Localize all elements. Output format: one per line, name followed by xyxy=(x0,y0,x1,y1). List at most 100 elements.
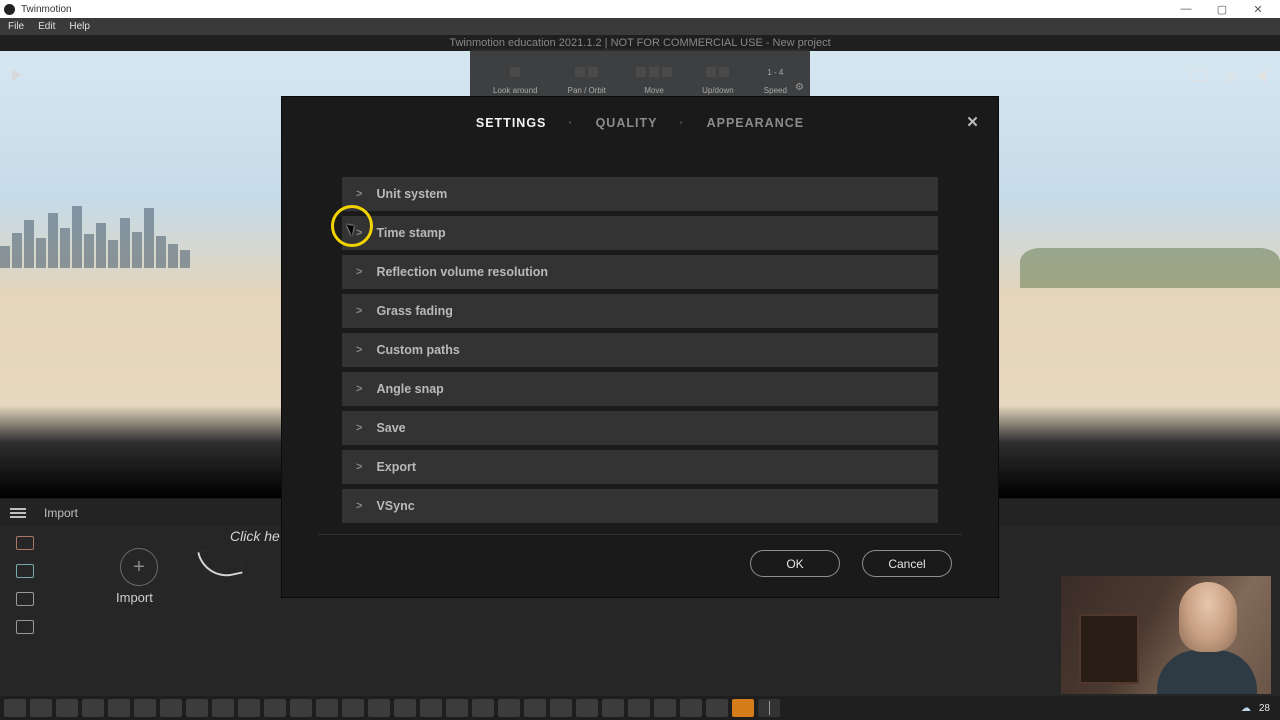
navhelp-lookaround: Look around xyxy=(493,60,537,95)
chevron-right-icon: > xyxy=(356,344,362,356)
setting-row-label: Unit system xyxy=(376,187,447,201)
taskbar-app[interactable] xyxy=(316,699,338,717)
navhelp-panorbit: Pan / Orbit xyxy=(568,60,606,95)
taskbar-app[interactable] xyxy=(706,699,728,717)
taskbar-app[interactable] xyxy=(550,699,572,717)
taskbar-app[interactable] xyxy=(524,699,546,717)
taskbar-app[interactable] xyxy=(160,699,182,717)
click-hint-text: Click he xyxy=(230,528,280,544)
setting-row-vsync[interactable]: >VSync xyxy=(342,489,938,523)
menu-edit[interactable]: Edit xyxy=(38,21,55,32)
chevron-right-icon: > xyxy=(356,188,362,200)
navhelp-updown: Up/down xyxy=(702,60,734,95)
setting-row-unit-system[interactable]: > Unit system xyxy=(342,177,938,211)
weather-icon: ☁ xyxy=(1241,703,1251,714)
start-button[interactable] xyxy=(4,699,26,717)
setting-row-reflection-volume-resolution[interactable]: > Reflection volume resolution xyxy=(342,255,938,289)
setting-row-label: Reflection volume resolution xyxy=(376,265,548,279)
taskbar-app[interactable] xyxy=(186,699,208,717)
taskbar-app[interactable] xyxy=(394,699,416,717)
nav-help-panel: Look around Pan / Orbit Move Up/down 1 -… xyxy=(470,49,810,99)
taskbar-app[interactable] xyxy=(238,699,260,717)
setting-row-save[interactable]: >Save xyxy=(342,411,938,445)
setting-row-custom-paths[interactable]: > Custom paths xyxy=(342,333,938,367)
weather-temp: 28 xyxy=(1259,703,1270,714)
taskbar-app[interactable] xyxy=(368,699,390,717)
background-trees xyxy=(1020,248,1280,288)
display-mode-icon[interactable] xyxy=(1190,69,1206,81)
setting-row-label: Angle snap xyxy=(376,382,443,396)
windows-taskbar[interactable]: ☁ 28 xyxy=(0,696,1280,720)
system-tray[interactable]: ☁ 28 xyxy=(1241,703,1270,714)
cursor-highlight-ring xyxy=(331,205,373,247)
setting-row-export[interactable]: >Export xyxy=(342,450,938,484)
eye-icon[interactable] xyxy=(1224,69,1239,85)
menu-file[interactable]: File xyxy=(8,21,24,32)
setting-row-grass-fading[interactable]: > Grass fading xyxy=(342,294,938,328)
chevron-right-icon: > xyxy=(356,422,362,434)
taskbar-app[interactable] xyxy=(134,699,156,717)
bottom-left-toolbar xyxy=(0,526,50,720)
navhelp-speed: 1 - 4 Speed xyxy=(764,60,787,95)
setting-row-time-stamp[interactable]: >Time stamp xyxy=(342,216,938,250)
chevron-right-icon: > xyxy=(356,500,362,512)
navhelp-move: Move xyxy=(636,60,672,95)
cortana-button[interactable] xyxy=(56,699,78,717)
dialog-divider xyxy=(318,534,962,535)
hint-arrow xyxy=(197,544,242,582)
window-title: Twinmotion xyxy=(21,4,1168,15)
minimize-button[interactable]: — xyxy=(1168,3,1204,15)
taskbar-app[interactable] xyxy=(212,699,234,717)
dialog-close-button[interactable]: ✕ xyxy=(964,113,982,131)
hamburger-icon[interactable] xyxy=(10,506,26,520)
search-button[interactable] xyxy=(30,699,52,717)
setting-row-angle-snap[interactable]: > Angle snap xyxy=(342,372,938,406)
close-window-button[interactable]: ✕ xyxy=(1240,3,1276,16)
taskbar-app[interactable] xyxy=(342,699,364,717)
dialog-tabs: SETTINGS · QUALITY · APPEARANCE ✕ xyxy=(282,97,998,149)
setting-row-label: Grass fading xyxy=(376,304,452,318)
settings-list: >Unit system>Time stamp>Reflection volum… xyxy=(282,149,998,523)
menu-help[interactable]: Help xyxy=(69,21,90,32)
collapse-panel-icon[interactable] xyxy=(1257,69,1266,83)
play-button-icon[interactable] xyxy=(12,69,21,81)
landscape-mode-icon[interactable] xyxy=(16,564,34,578)
export-mode-icon[interactable] xyxy=(16,620,34,634)
tab-quality[interactable]: QUALITY xyxy=(596,116,658,130)
import-mode-icon[interactable] xyxy=(16,536,34,550)
import-plus-button[interactable]: + xyxy=(120,548,158,586)
taskbar-app[interactable] xyxy=(472,699,494,717)
app-logo-icon xyxy=(4,4,15,15)
cancel-button[interactable]: Cancel xyxy=(862,550,952,577)
taskbar-app[interactable] xyxy=(264,699,286,717)
taskbar-app[interactable] xyxy=(446,699,468,717)
tab-settings[interactable]: SETTINGS xyxy=(476,116,547,130)
taskbar-app[interactable] xyxy=(576,699,598,717)
background-skyline xyxy=(0,198,280,268)
setting-row-label: Custom paths xyxy=(376,343,459,357)
ok-button[interactable]: OK xyxy=(750,550,840,577)
taskbar-app-active[interactable] xyxy=(732,699,754,717)
taskbar-app[interactable] xyxy=(680,699,702,717)
taskbar-separator xyxy=(758,699,780,717)
taskbar-app[interactable] xyxy=(654,699,676,717)
maximize-button[interactable]: ▢ xyxy=(1204,3,1240,16)
setting-row-label: Export xyxy=(376,460,416,474)
tab-appearance[interactable]: APPEARANCE xyxy=(707,116,805,130)
taskbar-app[interactable] xyxy=(498,699,520,717)
taskbar-app[interactable] xyxy=(108,699,130,717)
taskview-button[interactable] xyxy=(82,699,104,717)
webcam-overlay xyxy=(1061,576,1271,694)
path-mode-icon[interactable] xyxy=(16,592,34,606)
navhelp-gear-icon[interactable]: ⚙ xyxy=(795,82,804,93)
taskbar-app[interactable] xyxy=(628,699,650,717)
chevron-right-icon: > xyxy=(356,266,362,278)
taskbar-app[interactable] xyxy=(420,699,442,717)
windows-titlebar: Twinmotion — ▢ ✕ xyxy=(0,0,1280,18)
chevron-right-icon: > xyxy=(356,383,362,395)
panel-tab-import[interactable]: Import xyxy=(44,506,78,520)
setting-row-label: Time stamp xyxy=(376,226,445,240)
chevron-right-icon: > xyxy=(356,305,362,317)
taskbar-app[interactable] xyxy=(602,699,624,717)
taskbar-app[interactable] xyxy=(290,699,312,717)
